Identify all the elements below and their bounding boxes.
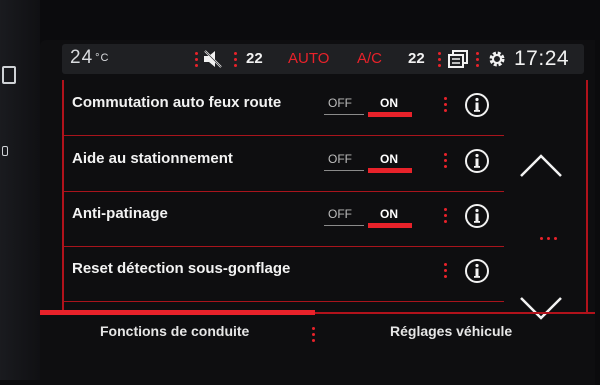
toggle-on-label[interactable]: ON (380, 96, 398, 110)
toggle-off-label[interactable]: OFF (328, 207, 352, 221)
tab-driving-functions[interactable]: Fonctions de conduite (100, 323, 249, 339)
setting-row-auto-high-beam: Commutation auto feux route OFF ON (64, 82, 504, 136)
info-icon[interactable] (464, 258, 490, 284)
outside-temperature: 24 °C (70, 47, 109, 69)
mute-icon[interactable] (202, 49, 224, 69)
menu-dots-icon (312, 324, 316, 345)
toggle-track-on (368, 223, 412, 228)
row-divider (64, 191, 504, 192)
settings-list: Commutation auto feux route OFF ON Aide … (62, 80, 588, 320)
outside-temp-unit: °C (95, 51, 110, 64)
setting-label: Aide au stationnement (72, 150, 233, 167)
scroll-dots-icon (538, 227, 559, 245)
menu-dots-icon (444, 94, 448, 115)
info-icon[interactable] (464, 92, 490, 118)
row-divider (64, 135, 504, 136)
outside-temp-value: 24 (70, 47, 94, 68)
menu-dots-icon (234, 49, 238, 70)
infotainment-screen: 24 °C 22 AUTO A/C 22 17:24 Commutation au (40, 40, 595, 385)
toggle-track-on (368, 168, 412, 173)
toggle-on-label[interactable]: ON (380, 152, 398, 166)
chevron-up-icon[interactable] (519, 152, 563, 178)
tab-vehicle-settings[interactable]: Réglages véhicule (390, 323, 512, 339)
toggle-traction-control[interactable]: OFF ON (324, 205, 412, 229)
temp-left[interactable]: 22 (246, 50, 263, 67)
gear-icon[interactable] (487, 49, 507, 69)
menu-dots-icon (195, 49, 199, 70)
screens-icon[interactable] (448, 50, 468, 68)
toggle-auto-high-beam[interactable]: OFF ON (324, 94, 412, 118)
temp-right[interactable]: 22 (408, 50, 425, 67)
screen-bezel (0, 0, 40, 380)
toggle-off-label[interactable]: OFF (328, 96, 352, 110)
tab-active-indicator (40, 310, 315, 315)
setting-label: Commutation auto feux route (72, 94, 282, 111)
info-icon[interactable] (464, 148, 490, 174)
menu-dots-icon (444, 205, 448, 226)
bezel-mark (2, 146, 8, 156)
row-divider (64, 246, 504, 247)
bezel-mark (2, 66, 16, 84)
row-divider (64, 301, 504, 302)
toggle-off-label[interactable]: OFF (328, 152, 352, 166)
info-icon[interactable] (464, 203, 490, 229)
setting-row-traction-control: Anti-patinage OFF ON (64, 193, 504, 247)
setting-label: Anti-patinage (72, 205, 168, 222)
menu-dots-icon (476, 49, 480, 70)
menu-dots-icon (444, 150, 448, 171)
setting-label: Reset détection sous-gonflage (72, 260, 291, 277)
toggle-park-assist[interactable]: OFF ON (324, 150, 412, 174)
toggle-track-off (324, 170, 364, 171)
ac-button[interactable]: A/C (357, 50, 382, 67)
toggle-track-off (324, 114, 364, 115)
toggle-track-on (368, 112, 412, 117)
menu-dots-icon (438, 49, 442, 70)
toggle-on-label[interactable]: ON (380, 207, 398, 221)
chevron-down-icon[interactable] (519, 296, 563, 322)
climate-auto-button[interactable]: AUTO (288, 50, 329, 67)
toggle-track-off (324, 225, 364, 226)
setting-row-park-assist: Aide au stationnement OFF ON (64, 138, 504, 192)
status-bar: 24 °C 22 AUTO A/C 22 17:24 (62, 44, 584, 74)
setting-row-tyre-reset[interactable]: Reset détection sous-gonflage (64, 248, 504, 302)
clock: 17:24 (514, 47, 570, 70)
menu-dots-icon (444, 260, 448, 281)
